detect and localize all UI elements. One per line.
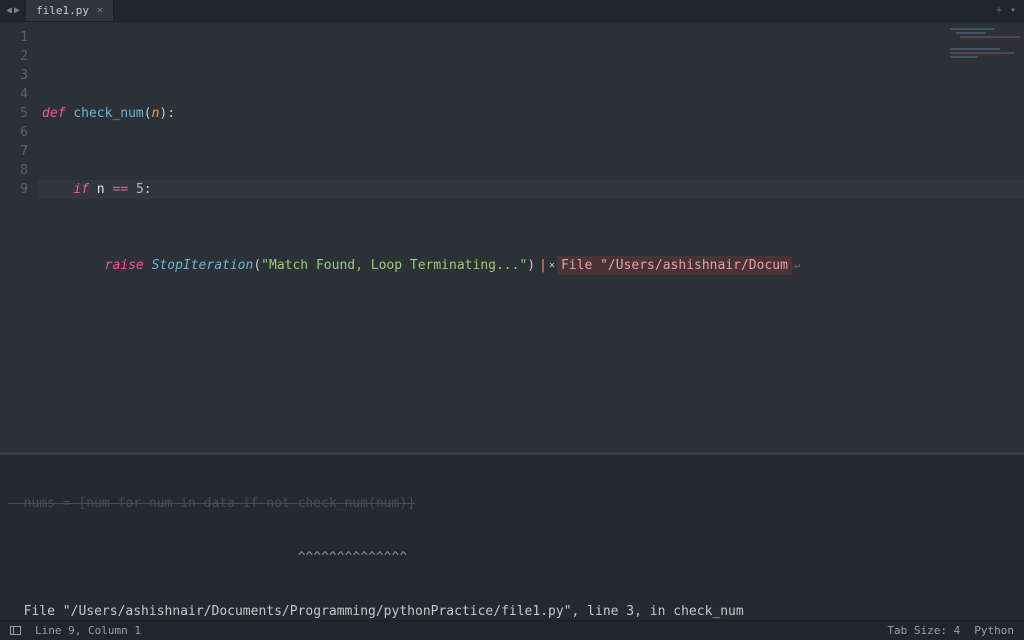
error-wrap-icon: ↵ <box>794 256 800 275</box>
code-line[interactable] <box>42 389 1016 408</box>
line-gutter: 1 2 3 4 5 6 7 8 9 <box>0 22 38 452</box>
code-body[interactable]: def check_num(n): if n == 5: raise StopI… <box>38 22 1024 452</box>
new-tab-icon[interactable]: + <box>996 5 1002 16</box>
tab-label: file1.py <box>36 4 89 17</box>
code-line[interactable] <box>42 332 1016 351</box>
status-cursor-pos[interactable]: Line 9, Column 1 <box>35 624 141 637</box>
side-panel-icon[interactable] <box>10 626 21 635</box>
status-tab-size[interactable]: Tab Size: 4 <box>887 624 960 637</box>
tab-history-forward-icon[interactable]: ▶ <box>14 5 20 16</box>
status-language[interactable]: Python <box>974 624 1014 637</box>
inline-error[interactable]: File "/Users/ashishnair/Docum <box>557 256 792 275</box>
tab-menu-icon[interactable]: ▾ <box>1010 5 1016 16</box>
build-output-panel[interactable]: nums = [num for num in data if not check… <box>0 455 1024 620</box>
code-line[interactable]: raise StopIteration("Match Found, Loop T… <box>42 256 1016 275</box>
tab-close-icon[interactable]: × <box>97 5 103 16</box>
tab-history-back-icon[interactable]: ◀ <box>6 5 12 16</box>
editor-area[interactable]: 1 2 3 4 5 6 7 8 9 def check_num(n): if n… <box>0 22 1024 452</box>
tab-file1[interactable]: file1.py × <box>26 0 114 21</box>
code-line[interactable]: def check_num(n): <box>42 104 1016 123</box>
caret-marks: ^^^^^^^^^^^^^^ <box>8 549 1018 567</box>
error-close-icon[interactable]: × <box>547 256 557 275</box>
status-bar: Line 9, Column 1 Tab Size: 4 Python <box>0 620 1024 640</box>
tab-bar: ◀ ▶ file1.py × + ▾ <box>0 0 1024 22</box>
error-marker-icon: | <box>539 256 547 275</box>
minimap[interactable] <box>950 28 1020 78</box>
